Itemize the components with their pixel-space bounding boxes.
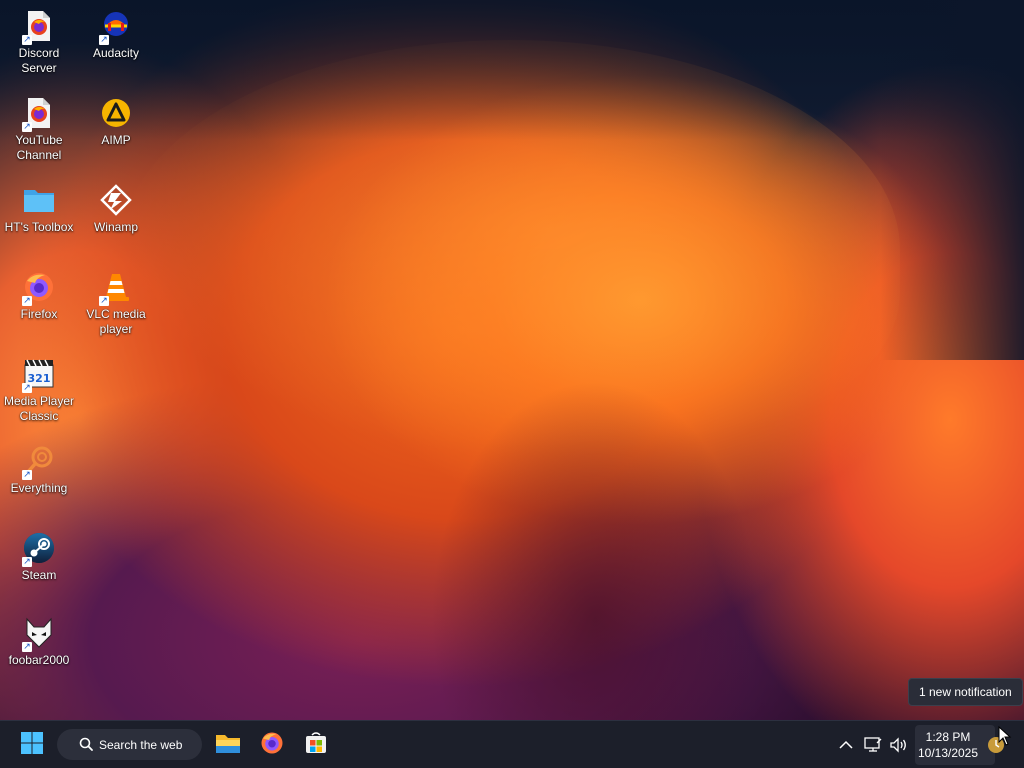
desktop-icon-steam[interactable]: ↗ Steam: [1, 531, 77, 583]
firefox-icon: [260, 731, 284, 760]
desktop-icon-youtube-channel[interactable]: ↗ YouTube Channel: [1, 96, 77, 163]
desktop-icon-audacity[interactable]: ↗ Audacity: [78, 9, 154, 61]
steam-icon: ↗: [22, 531, 56, 567]
desktop-icon-label: foobar2000: [8, 653, 70, 667]
wallpaper-dark-fold: [430, 380, 760, 720]
wallpaper-shadow-right: [880, 0, 1024, 360]
desktop-icon-discord-server[interactable]: ↗ Discord Server: [1, 9, 77, 76]
volume-icon[interactable]: [888, 735, 908, 755]
start-button[interactable]: [14, 727, 50, 763]
media-player-classic-icon: 321 ↗: [22, 357, 56, 393]
taskbar-file-explorer[interactable]: [210, 727, 246, 763]
desktop-icon-media-player-classic[interactable]: 321 ↗ Media Player Classic: [1, 357, 77, 424]
search-box[interactable]: Search the web: [57, 729, 202, 760]
desktop-icon-winamp[interactable]: Winamp: [78, 183, 154, 235]
search-placeholder: Search the web: [99, 737, 183, 752]
notification-toast[interactable]: 1 new notification: [908, 678, 1023, 706]
foobar2000-icon: ↗: [22, 616, 56, 652]
clock-time: 1:28 PM: [925, 730, 971, 744]
firefox-icon: ↗: [22, 270, 56, 306]
desktop-icon-foobar2000[interactable]: ↗ foobar2000: [1, 616, 77, 668]
file-explorer-icon: [215, 731, 241, 760]
taskbar-firefox[interactable]: [254, 727, 290, 763]
desktop-icon-label: Everything: [10, 481, 68, 495]
wallpaper-highlight: [120, 40, 900, 460]
everything-search-icon: ↗: [22, 444, 56, 480]
mouse-cursor-icon: [998, 725, 1012, 751]
desktop-icon-label: AIMP: [101, 133, 131, 147]
taskbar-microsoft-store[interactable]: [298, 727, 334, 763]
clock-date: 10/13/2025: [917, 746, 979, 760]
firefox-shortcut-icon: ↗: [22, 9, 56, 45]
winamp-icon: [99, 183, 133, 217]
folder-icon: [22, 183, 56, 217]
microsoft-store-icon: [304, 731, 328, 760]
windows-start-icon: [20, 731, 44, 760]
desktop-icon-label: Audacity: [92, 46, 140, 60]
desktop[interactable]: ↗ Discord Server ↗ YouTube Channel HT's …: [0, 0, 1024, 720]
desktop-icon-label: VLC media player: [86, 307, 146, 336]
desktop-icon-vlc-media-player[interactable]: ↗ VLC media player: [78, 270, 154, 337]
desktop-icon-label: Steam: [21, 568, 57, 582]
desktop-icon-everything[interactable]: ↗ Everything: [1, 444, 77, 496]
network-icon[interactable]: [863, 735, 883, 755]
firefox-shortcut-icon: ↗: [22, 96, 56, 132]
taskbar: Search the web 1:28 PM 10/13/2025: [0, 720, 1024, 768]
show-hidden-icons-chevron[interactable]: [836, 735, 856, 755]
desktop-icon-label: YouTube Channel: [15, 133, 63, 162]
search-icon: [79, 737, 93, 754]
desktop-icon-label: Winamp: [93, 220, 138, 234]
desktop-icon-label: Firefox: [20, 307, 58, 321]
desktop-icon-firefox[interactable]: ↗ Firefox: [1, 270, 77, 322]
aimp-icon: [99, 96, 133, 130]
desktop-icon-hts-toolbox[interactable]: HT's Toolbox: [1, 183, 77, 235]
desktop-icon-label: Media Player Classic: [3, 394, 75, 423]
desktop-icon-aimp[interactable]: AIMP: [78, 96, 154, 148]
clock-button[interactable]: 1:28 PM 10/13/2025: [915, 725, 995, 765]
vlc-icon: ↗: [99, 270, 133, 306]
desktop-icon-label: Discord Server: [18, 46, 60, 75]
audacity-icon: ↗: [99, 9, 133, 45]
desktop-icon-label: HT's Toolbox: [4, 220, 74, 234]
